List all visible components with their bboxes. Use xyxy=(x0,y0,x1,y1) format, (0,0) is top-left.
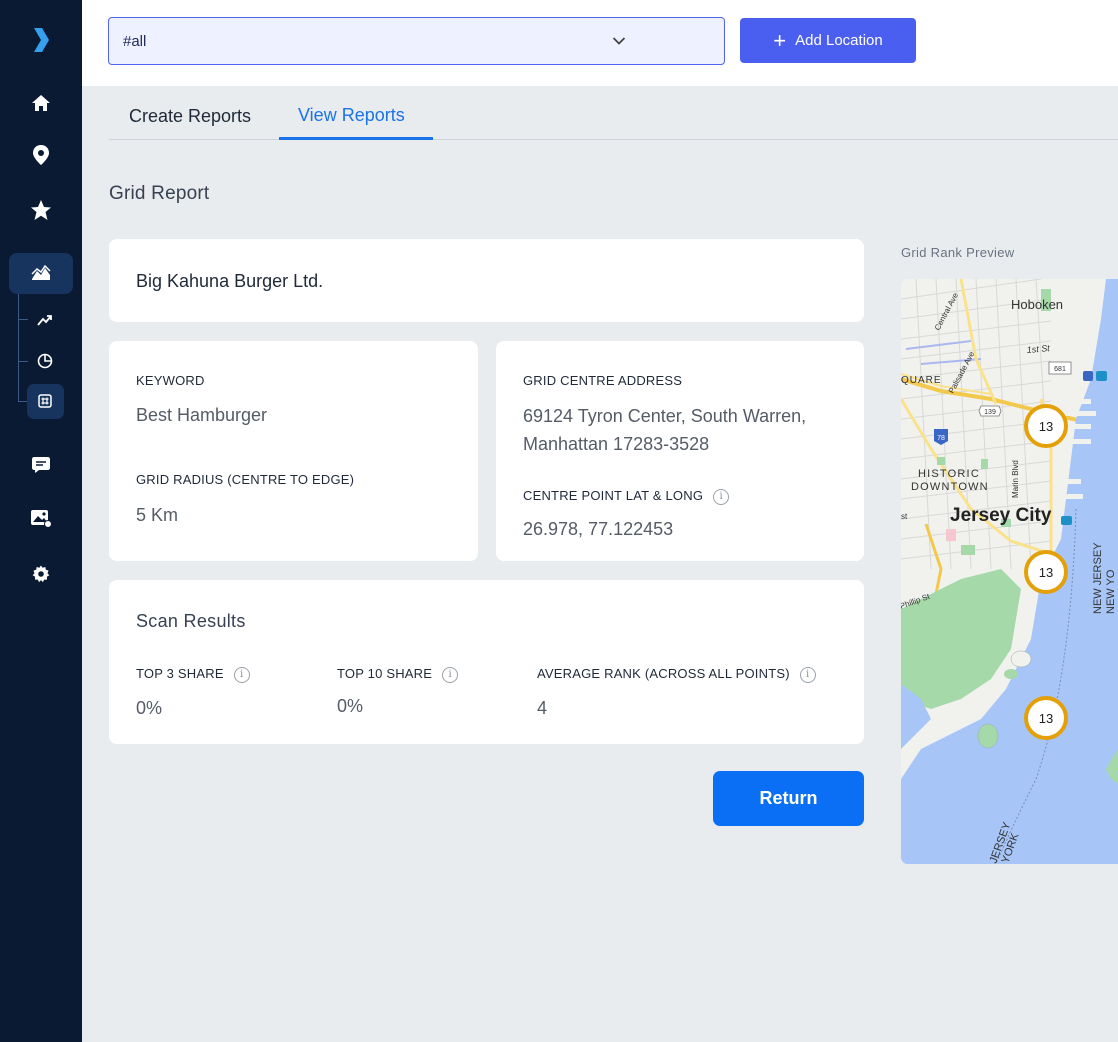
active-tab-indicator xyxy=(279,137,433,140)
page-title: Grid Report xyxy=(109,183,210,204)
map-label-new-york: NEW YO xyxy=(1105,569,1117,614)
grid-icon[interactable] xyxy=(4,381,86,421)
map-label-new-jersey: NEW JERSEY xyxy=(1092,542,1104,614)
top3-label-row: TOP 3 SHARE i xyxy=(136,666,250,683)
top10-label-row: TOP 10 SHARE i xyxy=(337,666,459,683)
grid-radius-value: 5 Km xyxy=(136,505,179,525)
location-pin-icon[interactable] xyxy=(0,135,82,175)
grid-centre-card: GRID CENTRE ADDRESS 69124 Tyron Center, … xyxy=(496,341,864,561)
add-location-label: Add Location xyxy=(795,32,883,49)
rank-marker[interactable]: 13 xyxy=(1024,404,1068,448)
location-select-value: #all xyxy=(123,32,147,50)
top3-label: TOP 3 SHARE xyxy=(136,666,224,681)
centre-point-label-row: CENTRE POINT LAT & LONG i xyxy=(523,488,730,505)
image-icon[interactable] xyxy=(0,499,82,539)
grid-centre-address-line1: 69124 Tyron Center, South Warren, xyxy=(523,406,807,426)
chevron-down-icon xyxy=(612,33,626,50)
grid-rank-map[interactable]: 139 78 681 Hoboken 1st St Central Ave Pa… xyxy=(901,279,1118,864)
gear-icon[interactable] xyxy=(0,554,82,594)
map-label-marin-blvd: Marin Blvd xyxy=(1011,460,1020,498)
info-icon[interactable]: i xyxy=(713,488,730,505)
transit-icon xyxy=(1083,371,1093,381)
map-label-downtown: DOWNTOWN xyxy=(911,481,989,493)
top10-label: TOP 10 SHARE xyxy=(337,666,433,681)
star-icon[interactable] xyxy=(0,190,82,230)
pie-chart-icon[interactable] xyxy=(4,341,86,381)
info-icon[interactable]: i xyxy=(442,666,459,683)
info-icon[interactable]: i xyxy=(233,666,250,683)
location-select[interactable]: #all xyxy=(108,17,725,65)
grid-centre-address-line2: Manhattan 17283-3528 xyxy=(523,434,710,454)
add-location-button[interactable]: + Add Location xyxy=(740,18,916,63)
message-icon[interactable] xyxy=(0,445,82,485)
route-78-label: 78 xyxy=(937,435,945,442)
ferry-icon xyxy=(1096,371,1107,381)
map-label-hoboken: Hoboken xyxy=(1011,297,1063,312)
chevron-right-logo[interactable] xyxy=(0,20,82,60)
sidebar xyxy=(0,0,82,1042)
info-icon[interactable]: i xyxy=(799,666,816,683)
plus-icon: + xyxy=(773,27,787,53)
return-button[interactable]: Return xyxy=(713,771,864,826)
rank-marker[interactable]: 13 xyxy=(1024,550,1068,594)
rank-marker-value: 13 xyxy=(1039,565,1053,580)
map-label-st: st xyxy=(901,512,908,521)
map-label-1st-st: 1st St xyxy=(1026,343,1050,355)
scan-results-title: Scan Results xyxy=(136,611,246,631)
home-icon[interactable] xyxy=(0,83,82,123)
map-label-square: QUARE xyxy=(901,375,942,386)
route-139-shield: 139 xyxy=(978,405,1002,417)
centre-point-value: 26.978, 77.122453 xyxy=(523,519,674,539)
keyword-label: KEYWORD xyxy=(136,373,205,388)
top3-value: 0% xyxy=(136,698,163,718)
business-name: Big Kahuna Burger Ltd. xyxy=(136,271,324,291)
map-label-jersey-city: Jersey City xyxy=(950,505,1052,526)
average-rank-value: 4 xyxy=(537,698,548,718)
ferry-icon xyxy=(1061,516,1072,525)
tab-view-reports[interactable]: View Reports xyxy=(298,105,405,126)
map-label-historic: HISTORIC xyxy=(918,468,980,480)
reports-icon[interactable] xyxy=(0,253,82,293)
tab-create-reports[interactable]: Create Reports xyxy=(129,106,251,127)
rank-marker[interactable]: 13 xyxy=(1024,696,1068,740)
grid-centre-address-label: GRID CENTRE ADDRESS xyxy=(523,373,683,388)
top10-value: 0% xyxy=(337,696,364,716)
rank-marker-value: 13 xyxy=(1039,711,1053,726)
grid-radius-label: GRID RADIUS (CENTRE TO EDGE) xyxy=(136,472,355,487)
keyword-value: Best Hamburger xyxy=(136,405,268,425)
route-681-shield: 681 xyxy=(1048,361,1072,375)
keyword-card: KEYWORD Best Hamburger GRID RADIUS (CENT… xyxy=(109,341,478,561)
average-rank-label: AVERAGE RANK (ACROSS ALL POINTS) xyxy=(537,666,790,681)
scan-results-card: Scan Results TOP 3 SHARE i 0% TOP 10 SHAR… xyxy=(109,580,864,744)
report-tabs: Create Reports View Reports xyxy=(109,92,1118,140)
centre-point-label: CENTRE POINT LAT & LONG xyxy=(523,488,704,503)
rank-marker-value: 13 xyxy=(1039,419,1053,434)
business-card: Big Kahuna Burger Ltd. xyxy=(109,239,864,322)
trend-icon[interactable] xyxy=(4,300,86,340)
top-bar: #all + Add Location xyxy=(82,0,1118,86)
route-681-label: 681 xyxy=(1054,366,1066,373)
route-139-label: 139 xyxy=(984,409,996,416)
grid-rank-preview-label: Grid Rank Preview xyxy=(901,245,1015,260)
average-rank-label-row: AVERAGE RANK (ACROSS ALL POINTS) i xyxy=(537,666,816,683)
